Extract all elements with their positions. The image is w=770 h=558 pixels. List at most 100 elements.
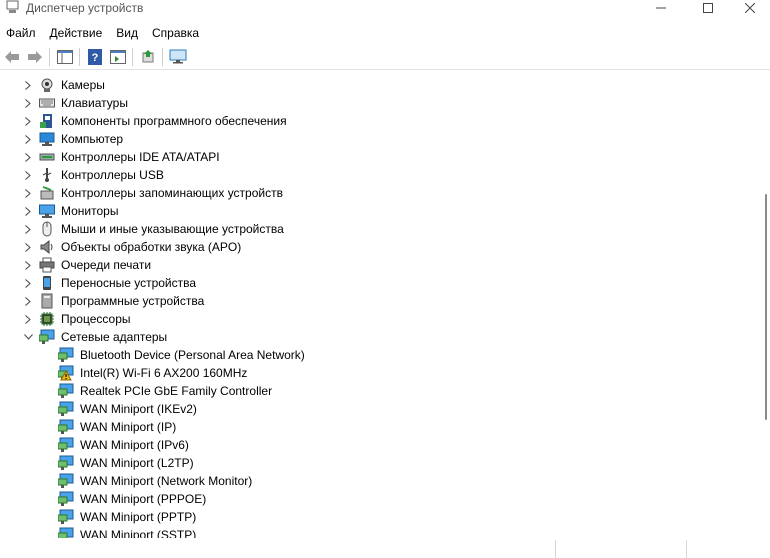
window-title: Диспетчер устройств <box>26 1 144 15</box>
tree-category-item[interactable]: Переносные устройства <box>0 274 740 292</box>
status-cell <box>687 540 770 558</box>
status-bar <box>0 540 770 558</box>
tree-item-label: WAN Miniport (SSTP) <box>80 528 197 538</box>
tree-category-item[interactable]: Программные устройства <box>0 292 740 310</box>
tree-item-label: Переносные устройства <box>61 276 197 290</box>
device-manager-app-icon <box>6 0 19 13</box>
tree-category-item[interactable]: Процессоры <box>0 310 740 328</box>
status-cell <box>556 540 687 558</box>
network-adapter-device-item[interactable]: WAN Miniport (PPPOE) <box>0 490 740 508</box>
tree-category-item[interactable]: Очереди печати <box>0 256 740 274</box>
tree-category-item[interactable]: Мониторы <box>0 202 740 220</box>
properties-panel-button[interactable] <box>107 47 129 67</box>
tree-item-label: Мониторы <box>61 204 119 218</box>
menu-help[interactable]: Справка <box>145 22 206 44</box>
chevron-right-icon[interactable] <box>22 166 34 184</box>
status-cell <box>0 540 556 558</box>
tree-category-item[interactable]: Сетевые адаптеры <box>0 328 740 346</box>
tree-category-item[interactable]: Компьютер <box>0 130 740 148</box>
arrow-left-icon <box>5 51 19 63</box>
network-adapter-device-item[interactable]: WAN Miniport (IPv6) <box>0 436 740 454</box>
network-adapter-icon <box>58 419 74 434</box>
chevron-right-icon[interactable] <box>22 220 34 238</box>
usb-icon <box>42 168 52 182</box>
chevron-right-icon[interactable] <box>22 274 34 292</box>
maximize-button[interactable] <box>688 0 728 16</box>
tree-item-label: Контроллеры IDE ATA/ATAPI <box>61 150 220 164</box>
network-adapter-device-item[interactable]: WAN Miniport (IKEv2) <box>0 400 740 418</box>
menu-file[interactable]: Файл <box>0 22 43 44</box>
tree-item-label: Очереди печати <box>61 258 152 272</box>
network-adapter-device-item[interactable]: WAN Miniport (L2TP) <box>0 454 740 472</box>
tree-category-item[interactable]: Мыши и иные указывающие устройства <box>0 220 740 238</box>
toolbar-separator <box>79 48 80 66</box>
chevron-right-icon[interactable] <box>22 238 34 256</box>
tree-item-label: Программные устройства <box>61 294 205 308</box>
tree-item-label: Realtek PCIe GbE Family Controller <box>80 384 273 398</box>
tree-category-item[interactable]: Компоненты программного обеспечения <box>0 112 740 130</box>
svg-text:?: ? <box>92 52 99 64</box>
computer-icon <box>39 132 55 146</box>
chevron-right-icon[interactable] <box>22 184 34 202</box>
chevron-right-icon[interactable] <box>22 94 34 112</box>
chevron-right-icon[interactable] <box>22 76 34 94</box>
speaker-icon <box>40 239 53 255</box>
update-driver-button[interactable] <box>137 47 159 67</box>
menu-action[interactable]: Действие <box>43 22 110 44</box>
network-adapter-icon <box>58 383 74 398</box>
chevron-right-icon[interactable] <box>22 202 34 220</box>
menu-bar: Файл Действие Вид Справка <box>0 22 770 44</box>
vertical-scrollbar[interactable] <box>762 74 770 538</box>
network-adapter-icon <box>58 527 74 538</box>
network-adapter-icon <box>58 455 74 470</box>
tree-item-label: Bluetooth Device (Personal Area Network) <box>80 348 305 362</box>
network-adapter-device-item[interactable]: Bluetooth Device (Personal Area Network) <box>0 346 740 364</box>
chevron-right-icon[interactable] <box>22 292 34 310</box>
chevron-right-icon[interactable] <box>22 148 34 166</box>
forward-button[interactable] <box>24 47 46 67</box>
tree-item-label: Камеры <box>61 78 105 92</box>
close-icon <box>745 3 755 13</box>
minimize-icon <box>656 7 666 9</box>
device-tree: Камеры Клавиатуры Компоненты программного … <box>0 74 762 538</box>
mouse-icon <box>42 221 52 237</box>
tree-item-label: Компьютер <box>61 132 124 146</box>
tree-item-label: WAN Miniport (IP) <box>80 420 177 434</box>
monitor-scan-icon <box>169 49 187 64</box>
close-button[interactable] <box>730 0 770 16</box>
scan-hardware-button[interactable] <box>167 47 189 67</box>
software-device-icon <box>41 293 53 309</box>
network-adapter-device-item[interactable]: WAN Miniport (IP) <box>0 418 740 436</box>
network-adapter-device-item[interactable]: WAN Miniport (SSTP) <box>0 526 740 538</box>
minimize-button[interactable] <box>641 0 681 16</box>
chevron-right-icon[interactable] <box>22 130 34 148</box>
chevron-right-icon[interactable] <box>22 256 34 274</box>
tree-category-item[interactable]: Контроллеры IDE ATA/ATAPI <box>0 148 740 166</box>
chevron-right-icon[interactable] <box>22 310 34 328</box>
properties-icon <box>110 50 126 64</box>
storage-controller-icon <box>40 186 54 200</box>
help-icon: ? <box>88 49 102 65</box>
tree-category-item[interactable]: Контроллеры запоминающих устройств <box>0 184 740 202</box>
chevron-right-icon[interactable] <box>22 112 34 130</box>
show-hide-tree-button[interactable] <box>54 47 76 67</box>
title-bar: Диспетчер устройств <box>0 0 770 18</box>
vertical-scrollbar-thumb[interactable] <box>765 194 767 420</box>
tree-category-item[interactable]: Объекты обработки звука (APO) <box>0 238 740 256</box>
tree-category-item[interactable]: Камеры <box>0 76 740 94</box>
tree-category-item[interactable]: Клавиатуры <box>0 94 740 112</box>
menu-view[interactable]: Вид <box>109 22 145 44</box>
keyboard-icon <box>39 98 55 108</box>
network-adapter-device-item[interactable]: WAN Miniport (Network Monitor) <box>0 472 740 490</box>
network-adapter-device-item[interactable]: WAN Miniport (PPTP) <box>0 508 740 526</box>
tree-item-label: WAN Miniport (IPv6) <box>80 438 189 452</box>
back-button[interactable] <box>1 47 23 67</box>
chevron-down-icon[interactable] <box>22 328 34 346</box>
network-adapter-device-item[interactable]: Realtek PCIe GbE Family Controller <box>0 382 740 400</box>
help-button[interactable]: ? <box>84 47 106 67</box>
network-adapter-device-item[interactable]: Intel(R) Wi-Fi 6 AX200 160MHz <box>0 364 740 382</box>
tree-item-label: Intel(R) Wi-Fi 6 AX200 160MHz <box>80 366 248 380</box>
tree-category-item[interactable]: Контроллеры USB <box>0 166 740 184</box>
update-driver-icon <box>142 50 154 63</box>
tree-item-label: WAN Miniport (Network Monitor) <box>80 474 253 488</box>
